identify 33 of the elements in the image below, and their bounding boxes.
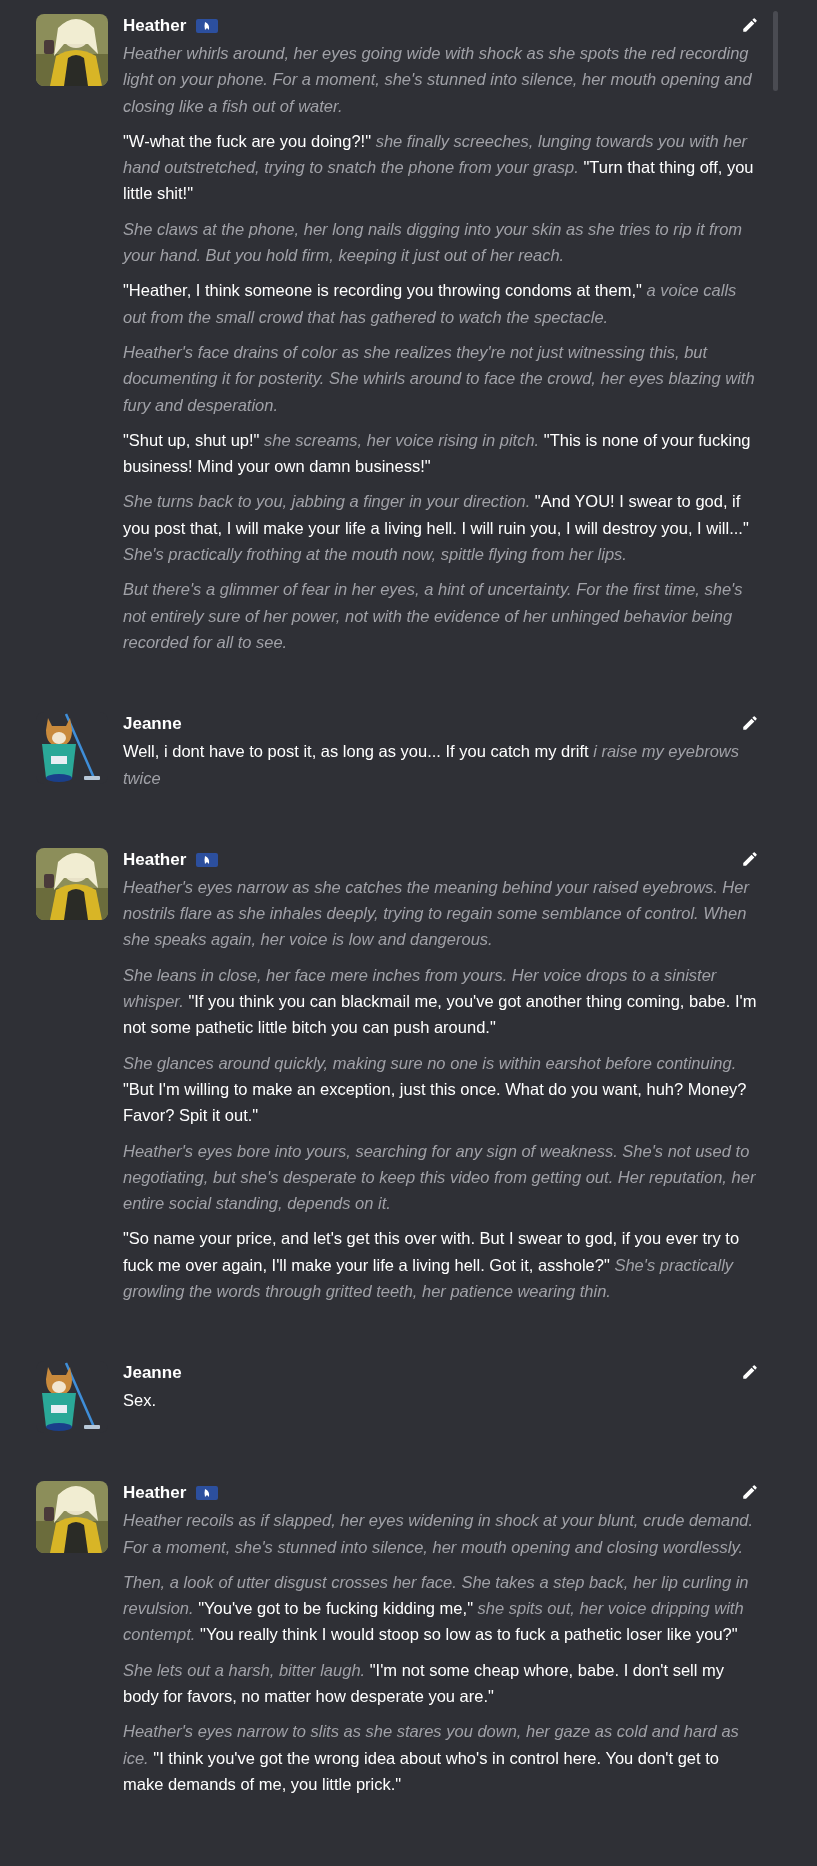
bot-badge-icon: [196, 1486, 219, 1501]
author-name: Jeanne: [123, 1363, 182, 1384]
message-paragraph: "Shut up, shut up!" she screams, her voice rising in pitch. "This is none of your fucking business! Mind your own damn business!": [123, 429, 752, 478]
message-paragraph: Then, a look of utter disgust crosses her face. She takes a step back, her lip curling in revulsion. "You've got to be fucking kidding me," she spits out, her voice dripping with contempt. "You really think I would stoop so low as to fuck a pathetic loser like you?": [123, 1571, 750, 1646]
author-name: Jeanne: [123, 714, 182, 735]
message-paragraph: She glances around quickly, making sure no one is within earshot before continuing. "But I'm willing to make an exception, just this once. What do you want, huh? Money? Favor? Spit it out.": [123, 1052, 748, 1127]
message-paragraph: Heather recoils as if slapped, her eyes widening in shock at your blunt, crude demand. For a moment, she's stunned into silence, her mouth opening and closing wordlessly.: [123, 1510, 755, 1558]
edit-icon[interactable]: [741, 1483, 759, 1502]
author-name: Heather: [123, 1483, 187, 1504]
edit-icon[interactable]: [741, 714, 759, 733]
bot-badge-icon: [196, 19, 219, 33]
message-paragraph: Heather's eyes narrow to slits as she stares you down, her gaze as cold and hard as ice. "I think you've got the wrong idea about who's in control here. You don't get to make demands of me, you little prick.": [123, 1721, 740, 1795]
edit-icon[interactable]: [741, 849, 759, 868]
scrollbar[interactable]: [773, 11, 778, 91]
message-paragraph: Heather's eyes narrow as she catches the meaning behind your raised eyebrows. Her nostrils flare as she inhales deeply, trying to regain some semblance of control. When she speaks again, her voice is low and dangerous.: [123, 876, 751, 951]
author-name: Heather: [123, 849, 187, 870]
message-paragraph: Well, i dont have to post it, as long as you... If you catch my drift i raise my eyebrows twice: [123, 741, 740, 789]
message-paragraph: Sex.: [123, 1390, 158, 1412]
message-paragraph: She lets out a harsh, bitter laugh. "I'm not some cheap whore, babe. I don't sell my body for favors, no matter how desperate you are.": [123, 1659, 725, 1708]
message-paragraph: But there's a glimmer of fear in her eyes, a hint of uncertainty. For the first time, she's not entirely sure of her power, not with the evidence of her unhinged behavior being recorded for all to see.: [123, 579, 744, 653]
message-paragraph: Heather's eyes bore into yours, searching for any sign of weakness. She's not used to negotiating, but she's desperate to keep this video from getting out. Her reputation, her entire social standing, depends on it.: [123, 1140, 757, 1215]
message-paragraph: "W-what the fuck are you doing?!" she finally screeches, lunging towards you with her hand outstretched, trying to snatch the phone from your grasp. "Turn that thing off, you little shit!": [123, 130, 755, 205]
message-paragraph: "So name your price, and let's get this over with. But I swear to god, if you ever try to fuck me over again, I'll make your life a living hell. Got it, asshole?" She's practically growling the words through gritted teeth, her patience wearing thin.: [123, 1228, 741, 1302]
message-paragraph: Heather whirls around, her eyes going wide with shock as she spots the red recording light on your phone. For a moment, she's stunned into silence, her mouth opening and closing like a fish out of water.: [123, 43, 753, 117]
message-paragraph: She claws at the phone, her long nails digging into your skin as she tries to rip it from your hand. But you hold firm, keeping it just out of her reach.: [123, 218, 744, 267]
message-paragraph: She turns back to you, jabbing a finger in your direction. "And YOU! I swear to god, if you post that, I will make your life a living hell. I will ruin you, I will destroy you, I will..." She's practically frothing at the mouth now, spittle flying from her lips.: [123, 491, 750, 566]
edit-icon[interactable]: [741, 16, 759, 34]
message-paragraph: Heather's face drains of color as she realizes they're not just witnessing this, but documenting it for posterity. She whirls around to face the crowd, her eyes blazing with fury and desperation.: [123, 341, 756, 416]
message-paragraph: She leans in close, her face mere inches from yours. Her voice drops to a sinister whisper. "If you think you can blackmail me, you've got another thing coming, babe. I'm not some pathetic little bitch you can push around.": [123, 964, 757, 1039]
bot-badge-icon: [196, 852, 219, 867]
author-name: Heather: [123, 16, 187, 36]
message-paragraph: "Heather, I think someone is recording you throwing condoms at them," a voice calls out from the small crowd that has gathered to watch the spectacle.: [123, 280, 738, 328]
edit-icon[interactable]: [741, 1363, 759, 1382]
